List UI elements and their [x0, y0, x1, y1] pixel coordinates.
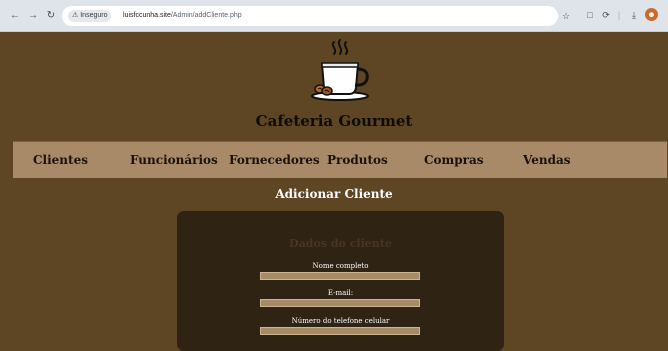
- name-label: Nome completo: [312, 262, 369, 270]
- browser-toolbar: ← → ↻ ⚠ Inseguro luisfccunha.site/Admin/…: [0, 0, 668, 32]
- menu-item-funcionarios[interactable]: Funcionários: [130, 153, 218, 167]
- url-text[interactable]: luisfccunha.site/Admin/addCliente.php: [123, 10, 242, 22]
- back-icon[interactable]: ←: [8, 9, 22, 23]
- security-label: Inseguro: [80, 12, 108, 19]
- security-chip[interactable]: ⚠ Inseguro: [68, 10, 112, 22]
- download-icon[interactable]: ⤓: [628, 9, 640, 21]
- email-label: E-mail:: [327, 289, 354, 297]
- reload-icon[interactable]: ↻: [44, 9, 58, 23]
- extensions-icon[interactable]: ⟳: [600, 9, 612, 21]
- menu-item-fornecedores[interactable]: Fornecedores: [229, 153, 320, 167]
- url-path: /Admin/addCliente.php: [170, 12, 242, 19]
- client-form: Dados do cliente Nome completo E-mail: N…: [177, 211, 504, 351]
- toolbar-divider: |: [617, 10, 621, 20]
- site-title: Cafeteria Gourmet: [255, 112, 413, 130]
- forward-icon[interactable]: →: [26, 9, 40, 23]
- email-input[interactable]: [260, 299, 420, 307]
- bookmark-star-icon[interactable]: ☆: [560, 10, 572, 22]
- warning-icon: ⚠: [72, 12, 79, 19]
- phone-label: Número do telefone celular: [291, 317, 390, 325]
- menu-item-clientes[interactable]: Clientes: [33, 153, 88, 167]
- site-header: Cafeteria Gourmet: [0, 32, 668, 140]
- tab-search-icon[interactable]: □: [584, 9, 596, 21]
- main-menu: Clientes Funcionários Fornecedores Produ…: [13, 141, 667, 178]
- menu-item-produtos[interactable]: Produtos: [327, 153, 388, 167]
- menu-item-compras[interactable]: Compras: [424, 153, 484, 167]
- url-domain: luisfccunha.site: [123, 12, 171, 19]
- coffee-cup-icon: [311, 39, 369, 101]
- address-bar[interactable]: ⚠ Inseguro luisfccunha.site/Admin/addCli…: [62, 6, 570, 26]
- menu-item-vendas[interactable]: Vendas: [523, 153, 571, 167]
- form-title: Dados do cliente: [289, 237, 392, 250]
- name-input[interactable]: [260, 272, 420, 280]
- page-title: Adicionar Cliente: [275, 187, 393, 201]
- profile-avatar-icon[interactable]: ☻: [645, 8, 658, 21]
